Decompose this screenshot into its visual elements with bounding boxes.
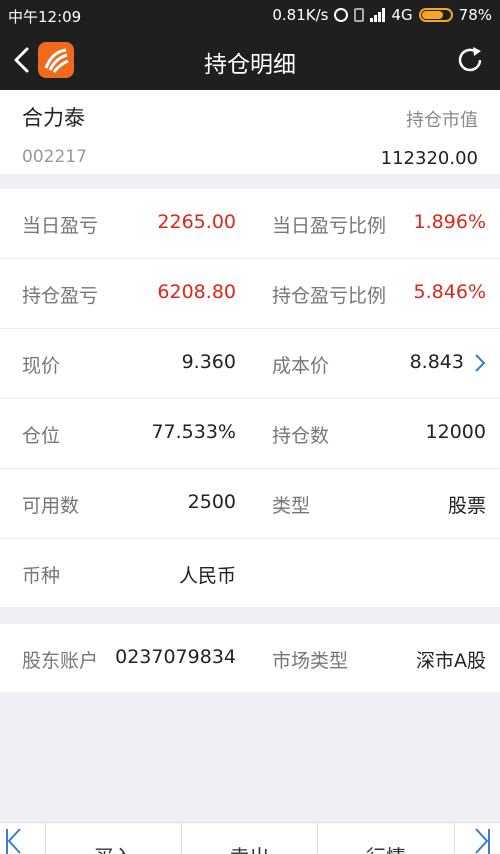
page-title: 持仓明细 [204, 52, 296, 78]
detail-label: 仓位 [22, 425, 61, 447]
detail-value: 6208.80 [157, 281, 236, 303]
detail-label: 当日盈亏 [22, 215, 99, 237]
account-number: 0237079834 [115, 646, 236, 668]
sim-icon [354, 8, 365, 22]
stock-summary-card: 合力泰 持仓市值 002217 112320.00 [0, 90, 500, 174]
refresh-icon[interactable] [454, 44, 486, 76]
buy-label: 买入 [94, 845, 134, 854]
bottom-action-bar: 买入 卖出 行情 [0, 822, 500, 854]
quote-label: 行情 [366, 845, 406, 854]
detail-label: 成本价 [272, 355, 330, 377]
status-time: 中午12:09 [8, 8, 82, 26]
detail-value: 77.533% [151, 421, 236, 443]
stock-name: 合力泰 [22, 106, 85, 130]
chevron-right-icon[interactable] [474, 353, 486, 373]
network-type: 4G [391, 6, 413, 24]
detail-row: 当日盈亏 2265.00 当日盈亏比例 1.896% [0, 189, 500, 259]
detail-label: 可用数 [22, 495, 80, 517]
market-value: 112320.00 [380, 148, 478, 169]
account-card: 股东账户 0237079834 市场类型 深市A股 [0, 624, 500, 692]
divider [454, 823, 455, 854]
detail-label: 币种 [22, 565, 61, 587]
signal-icon [370, 8, 386, 22]
detail-row: 币种 人民币 [0, 539, 500, 609]
sell-button[interactable]: 卖出 [182, 823, 317, 854]
detail-label: 类型 [272, 495, 311, 517]
detail-label: 当日盈亏比例 [272, 215, 387, 237]
last-icon[interactable] [472, 827, 492, 854]
detail-label: 持仓盈亏 [22, 285, 99, 307]
detail-label: 现价 [22, 355, 61, 377]
detail-value: 1.896% [413, 211, 486, 233]
detail-value: 9.360 [181, 351, 236, 373]
market-type-label: 市场类型 [272, 650, 349, 672]
detail-value: 12000 [425, 421, 486, 443]
alarm-icon [334, 8, 349, 22]
status-bar: 中午12:09 0.81K/s 4G 78% [0, 0, 500, 30]
account-row: 股东账户 0237079834 市场类型 深市A股 [0, 624, 500, 692]
battery-fill [421, 11, 444, 19]
status-right: 0.81K/s 4G 78% [272, 6, 492, 24]
nav-bar: 持仓明细 [0, 30, 500, 90]
detail-label: 持仓盈亏比例 [272, 285, 387, 307]
detail-label: 持仓数 [272, 425, 330, 447]
detail-row: 持仓盈亏 6208.80 持仓盈亏比例 5.846% [0, 259, 500, 329]
detail-value: 2265.00 [157, 211, 236, 233]
battery-percent: 78% [458, 6, 492, 24]
detail-value: 5.846% [413, 281, 486, 303]
market-value-label: 持仓市值 [406, 110, 478, 131]
detail-row: 可用数 2500 类型 股票 [0, 469, 500, 539]
detail-row: 仓位 77.533% 持仓数 12000 [0, 399, 500, 469]
stock-code: 002217 [22, 147, 87, 167]
detail-value: 人民币 [178, 565, 236, 587]
quote-button[interactable]: 行情 [318, 823, 454, 854]
account-label: 股东账户 [22, 650, 99, 672]
sell-label: 卖出 [230, 845, 270, 854]
detail-value: 股票 [447, 495, 486, 517]
detail-value: 8.843 [409, 351, 464, 373]
detail-value: 2500 [187, 491, 236, 513]
network-speed: 0.81K/s [272, 6, 329, 24]
battery-icon [418, 8, 453, 22]
first-icon[interactable] [4, 827, 24, 854]
market-type-value: 深市A股 [416, 650, 486, 672]
buy-button[interactable]: 买入 [46, 823, 181, 854]
position-details-card: 当日盈亏 2265.00 当日盈亏比例 1.896% 持仓盈亏 6208.80 … [0, 189, 500, 607]
detail-row-price[interactable]: 现价 9.360 成本价 8.843 [0, 329, 500, 399]
